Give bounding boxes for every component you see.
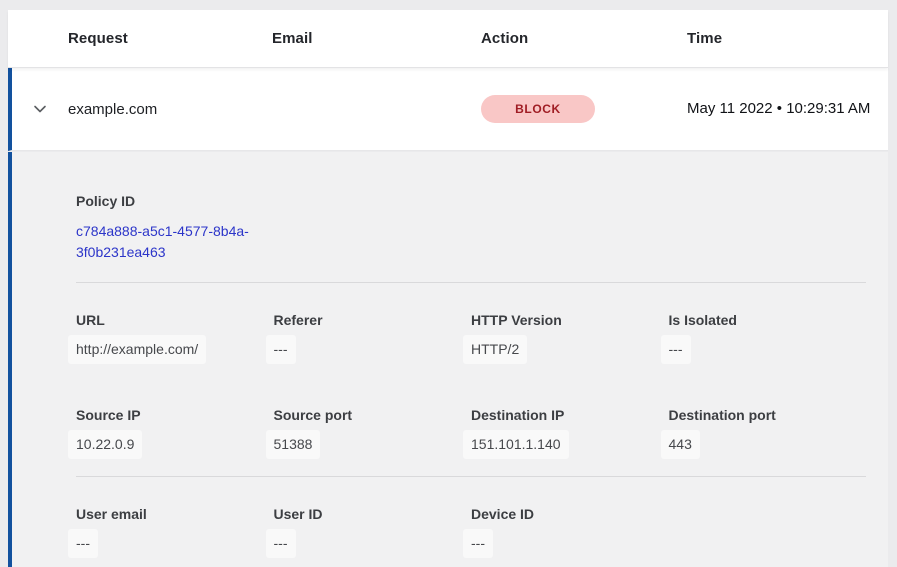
field-source-ip: Source IP 10.22.0.9 [76, 407, 274, 453]
request-cell: example.com [68, 101, 272, 118]
field-value: --- [274, 535, 472, 552]
table-header: Request Email Action Time [8, 10, 888, 68]
field-user-id: User ID --- [274, 506, 472, 552]
column-header-time: Time [687, 30, 888, 47]
row-expand-toggle[interactable] [12, 100, 68, 118]
field-value: --- [471, 535, 669, 552]
field-label: HTTP Version [471, 312, 669, 329]
detail-row-2: Source IP 10.22.0.9 Source port 51388 De… [76, 407, 866, 453]
field-value: 151.101.1.140 [471, 436, 669, 453]
field-destination-port: Destination port 443 [669, 407, 867, 453]
log-table-row[interactable]: example.com BLOCK May 11 2022 • 10:29:31… [8, 68, 888, 151]
policy-id-label: Policy ID [76, 193, 888, 210]
field-label: Destination IP [471, 407, 669, 424]
field-value: --- [669, 341, 867, 358]
policy-id-block: Policy ID c784a888-a5c1-4577-8b4a-3f0b23… [76, 193, 888, 263]
field-value: http://example.com/ [76, 341, 274, 358]
field-label: Device ID [471, 506, 669, 523]
divider [76, 282, 866, 283]
field-label: Referer [274, 312, 472, 329]
field-empty [669, 506, 867, 552]
detail-row-3: User email --- User ID --- Device ID --- [76, 506, 866, 552]
field-label: User email [76, 506, 274, 523]
field-referer: Referer --- [274, 312, 472, 358]
field-label: Source IP [76, 407, 274, 424]
column-header-email: Email [272, 30, 481, 47]
divider [76, 476, 866, 477]
policy-id-link[interactable]: c784a888-a5c1-4577-8b4a-3f0b231ea463 [76, 221, 272, 263]
field-value: HTTP/2 [471, 341, 669, 358]
field-value: 51388 [274, 436, 472, 453]
block-status-badge: BLOCK [481, 95, 595, 123]
field-is-isolated: Is Isolated --- [669, 312, 867, 358]
field-value: --- [76, 535, 274, 552]
field-label: URL [76, 312, 274, 329]
field-user-email: User email --- [76, 506, 274, 552]
field-label: Is Isolated [669, 312, 867, 329]
field-source-port: Source port 51388 [274, 407, 472, 453]
column-header-action: Action [481, 30, 687, 47]
field-label: User ID [274, 506, 472, 523]
detail-row-1: URL http://example.com/ Referer --- HTTP… [76, 312, 866, 358]
time-cell: May 11 2022 • 10:29:31 AM [687, 97, 879, 121]
field-value: 10.22.0.9 [76, 436, 274, 453]
action-cell: BLOCK [481, 95, 687, 123]
field-http-version: HTTP Version HTTP/2 [471, 312, 669, 358]
chevron-down-icon[interactable] [31, 100, 49, 118]
field-url: URL http://example.com/ [76, 312, 274, 358]
field-value: --- [274, 341, 472, 358]
log-detail-panel: Policy ID c784a888-a5c1-4577-8b4a-3f0b23… [8, 152, 888, 567]
field-label: Destination port [669, 407, 867, 424]
field-destination-ip: Destination IP 151.101.1.140 [471, 407, 669, 453]
field-label: Source port [274, 407, 472, 424]
field-device-id: Device ID --- [471, 506, 669, 552]
column-header-request: Request [68, 30, 272, 47]
field-value: 443 [669, 436, 867, 453]
